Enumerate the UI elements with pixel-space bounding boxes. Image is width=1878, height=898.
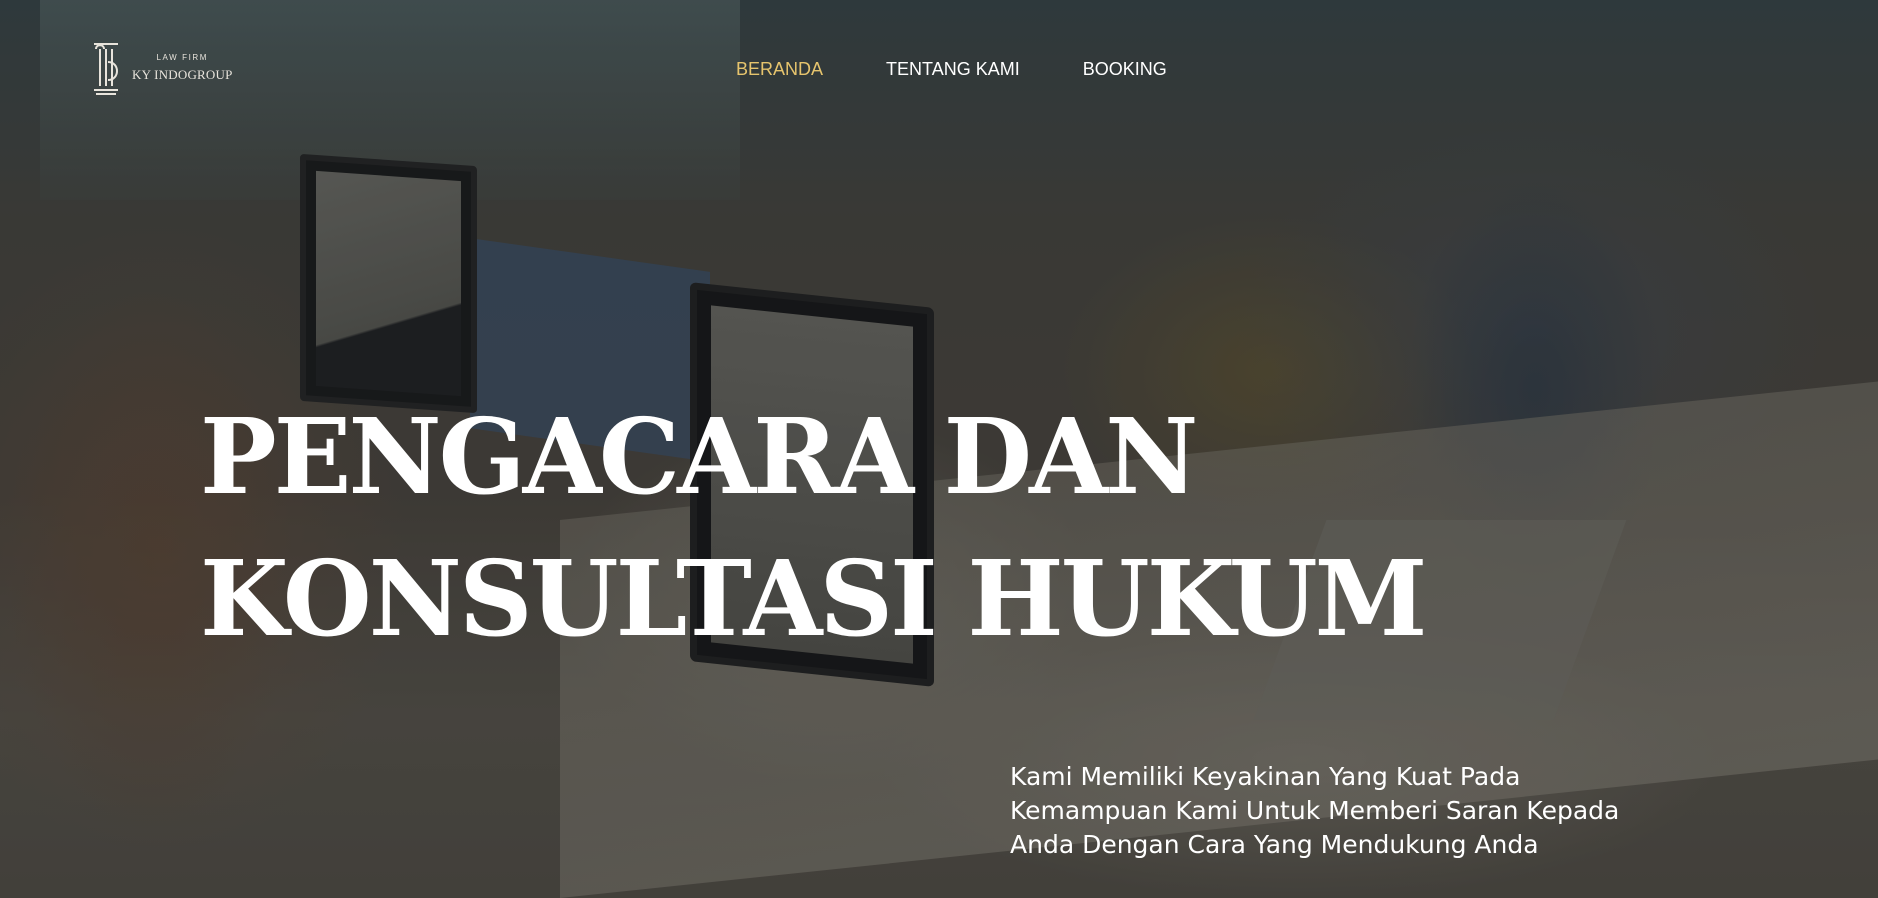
nav-item-booking[interactable]: BOOKING: [1083, 59, 1167, 80]
hero-section: LAW FIRM KY INDOGROUP BERANDA TENTANG KA…: [0, 0, 1878, 898]
brand-tagline: LAW FIRM: [156, 53, 209, 62]
subtitle-line: Kami Memiliki Keyakinan Yang Kuat Pada: [1010, 762, 1521, 791]
headline-line: KONSULTASI HUKUM: [200, 537, 1427, 660]
nav-item-beranda[interactable]: BERANDA: [736, 59, 823, 80]
subtitle-line: Anda Dengan Cara Yang Mendukung Anda: [1010, 830, 1539, 859]
pillar-logo-icon: [94, 43, 118, 95]
nav-item-tentang-kami[interactable]: TENTANG KAMI: [886, 59, 1020, 80]
brand-logo[interactable]: LAW FIRM KY INDOGROUP: [90, 40, 233, 96]
brand-name: KY INDOGROUP: [132, 67, 233, 82]
headline-line: PENGACARA DAN: [200, 395, 1198, 518]
subtitle-line: Kemampuan Kami Untuk Memberi Saran Kepad…: [1010, 796, 1620, 825]
brand-text: LAW FIRM KY INDOGROUP: [132, 53, 233, 83]
hero-subtitle: Kami Memiliki Keyakinan Yang Kuat Pada K…: [1010, 760, 1730, 862]
main-nav: BERANDA TENTANG KAMI BOOKING: [736, 59, 1230, 80]
hero-headline: PENGACARA DAN KONSULTASI HUKUM: [200, 386, 1427, 670]
